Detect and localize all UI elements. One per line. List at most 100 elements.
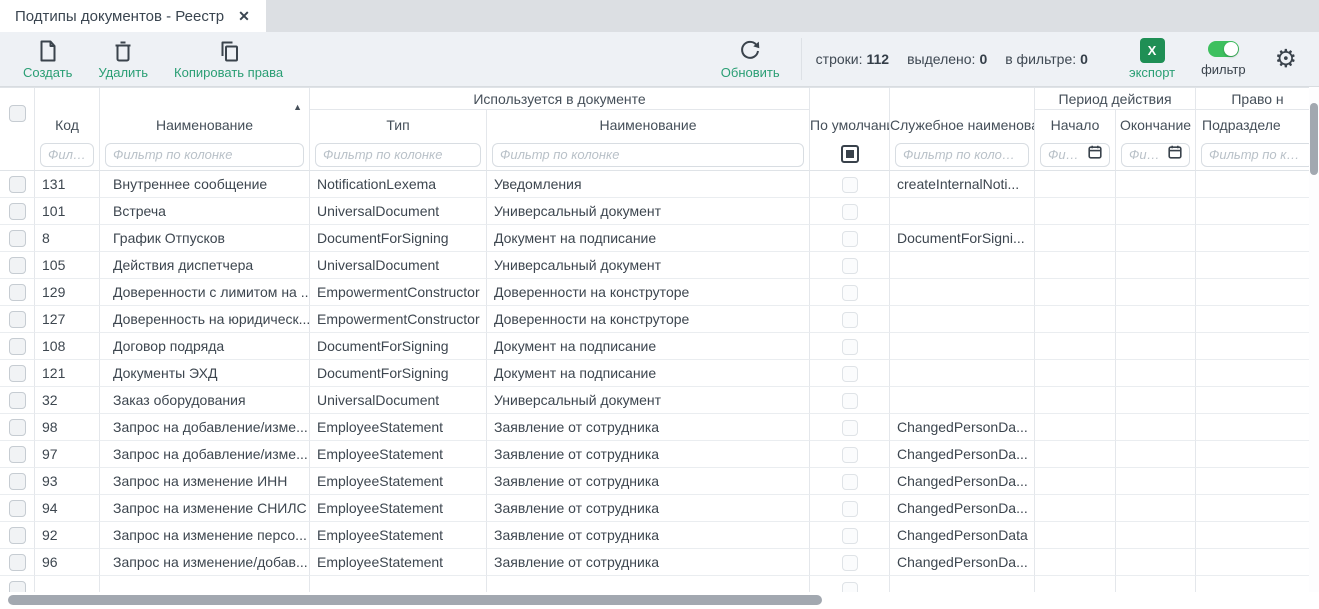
row-checkbox[interactable] xyxy=(9,500,26,517)
start-date-filter-input[interactable] xyxy=(1048,147,1085,162)
cell-type: EmployeeStatement xyxy=(310,468,487,495)
column-header-name[interactable]: Наименование ▲ xyxy=(100,88,310,139)
table-row[interactable]: 127 Доверенность на юридическ... Empower… xyxy=(0,306,1319,333)
column-header-service-name[interactable]: Служебное наименование xyxy=(890,88,1035,139)
cell-default-checkbox[interactable] xyxy=(842,555,858,571)
code-filter-input[interactable] xyxy=(48,147,86,162)
row-checkbox[interactable] xyxy=(9,176,26,193)
table-row[interactable]: 98 Запрос на добавление/изме... Employee… xyxy=(0,414,1319,441)
cell-doc-name: Доверенности на конструторе xyxy=(487,279,810,306)
row-checkbox[interactable] xyxy=(9,527,26,544)
cell-default-checkbox[interactable] xyxy=(842,204,858,220)
calendar-icon[interactable] xyxy=(1088,145,1102,164)
export-button[interactable]: X экспорт xyxy=(1129,38,1175,80)
table-row[interactable]: 96 Запрос на изменение/добав... Employee… xyxy=(0,549,1319,576)
row-checkbox[interactable] xyxy=(9,311,26,328)
settings-gear-icon[interactable]: ⚙ xyxy=(1275,47,1297,72)
column-header-division[interactable]: Подразделе xyxy=(1196,110,1319,139)
cell-default-checkbox[interactable] xyxy=(842,366,858,382)
tab-bar: Подтипы документов - Реестр ✕ xyxy=(0,0,1319,32)
row-checkbox[interactable] xyxy=(9,338,26,355)
row-checkbox[interactable] xyxy=(9,446,26,463)
cell-default-checkbox[interactable] xyxy=(842,501,858,517)
row-checkbox[interactable] xyxy=(9,365,26,382)
toggle-on-icon[interactable] xyxy=(1208,41,1239,57)
type-filter-input[interactable] xyxy=(323,147,473,162)
cell-code xyxy=(35,576,100,592)
cell-default-checkbox[interactable] xyxy=(842,582,858,592)
cell-doc-name: Уведомления xyxy=(487,171,810,198)
cell-division xyxy=(1196,225,1319,252)
cell-name: Запрос на изменение ИНН xyxy=(100,468,310,495)
cell-code: 96 xyxy=(35,549,100,576)
cell-type: EmpowermentConstructor xyxy=(310,306,487,333)
cell-start xyxy=(1035,279,1116,306)
cell-default-checkbox[interactable] xyxy=(842,447,858,463)
row-checkbox[interactable] xyxy=(9,581,26,592)
app-window: Подтипы документов - Реестр ✕ Создать Уд… xyxy=(0,0,1319,609)
doc-name-filter-input[interactable] xyxy=(500,147,796,162)
table-row[interactable]: 93 Запрос на изменение ИНН EmployeeState… xyxy=(0,468,1319,495)
row-checkbox[interactable] xyxy=(9,473,26,490)
column-header-start[interactable]: Начало xyxy=(1035,110,1116,139)
end-date-filter-input[interactable] xyxy=(1129,147,1165,162)
calendar-icon[interactable] xyxy=(1168,145,1182,164)
cell-default-checkbox[interactable] xyxy=(842,528,858,544)
division-filter-input[interactable] xyxy=(1209,147,1306,162)
table-row[interactable] xyxy=(0,576,1319,592)
refresh-button[interactable]: Обновить xyxy=(721,39,780,80)
row-checkbox[interactable] xyxy=(9,392,26,409)
filter-toggle[interactable]: фильтр xyxy=(1201,41,1245,77)
table-row[interactable]: 8 График Отпусков DocumentForSigning Док… xyxy=(0,225,1319,252)
table-row[interactable]: 101 Встреча UniversalDocument Универсаль… xyxy=(0,198,1319,225)
vertical-scrollbar-thumb[interactable] xyxy=(1310,103,1318,175)
cell-default-checkbox[interactable] xyxy=(842,231,858,247)
cell-default-checkbox[interactable] xyxy=(842,312,858,328)
cell-end xyxy=(1116,576,1196,592)
cell-default-checkbox[interactable] xyxy=(842,420,858,436)
close-icon[interactable]: ✕ xyxy=(238,8,250,25)
column-header-default[interactable]: По умолчанию xyxy=(810,88,890,139)
cell-default-checkbox[interactable] xyxy=(842,393,858,409)
table-row[interactable]: 97 Запрос на добавление/изме... Employee… xyxy=(0,441,1319,468)
table-row[interactable]: 94 Запрос на изменение СНИЛС EmployeeSta… xyxy=(0,495,1319,522)
table-row[interactable]: 131 Внутреннее сообщение NotificationLex… xyxy=(0,171,1319,198)
column-header-code[interactable]: Код xyxy=(35,88,100,139)
column-header-doc-name[interactable]: Наименование xyxy=(487,110,810,139)
cell-type: EmployeeStatement xyxy=(310,522,487,549)
tab-documents-registry[interactable]: Подтипы документов - Реестр ✕ xyxy=(0,0,266,32)
cell-start xyxy=(1035,198,1116,225)
excel-export-icon: X xyxy=(1140,38,1165,63)
name-filter-input[interactable] xyxy=(113,147,296,162)
table-row[interactable]: 105 Действия диспетчера UniversalDocumen… xyxy=(0,252,1319,279)
cell-default-checkbox[interactable] xyxy=(842,177,858,193)
cell-default-checkbox[interactable] xyxy=(842,258,858,274)
cell-division xyxy=(1196,414,1319,441)
row-checkbox[interactable] xyxy=(9,554,26,571)
row-checkbox[interactable] xyxy=(9,257,26,274)
cell-name: Заказ оборудования xyxy=(100,387,310,414)
column-header-end[interactable]: Окончание xyxy=(1116,110,1196,139)
table-row[interactable]: 92 Запрос на изменение персо... Employee… xyxy=(0,522,1319,549)
table-row[interactable]: 129 Доверенности с лимитом на ... Empowe… xyxy=(0,279,1319,306)
cell-division xyxy=(1196,441,1319,468)
table-row[interactable]: 121 Документы ЭХД DocumentForSigning Док… xyxy=(0,360,1319,387)
select-all-checkbox[interactable] xyxy=(9,105,26,122)
table-row[interactable]: 32 Заказ оборудования UniversalDocument … xyxy=(0,387,1319,414)
column-header-type[interactable]: Тип xyxy=(310,110,487,139)
horizontal-scrollbar-thumb[interactable] xyxy=(8,595,822,605)
default-filter-checkbox-indeterminate[interactable] xyxy=(841,145,859,163)
row-checkbox[interactable] xyxy=(9,419,26,436)
row-checkbox[interactable] xyxy=(9,203,26,220)
cell-default-checkbox[interactable] xyxy=(842,285,858,301)
cell-division xyxy=(1196,468,1319,495)
cell-default-checkbox[interactable] xyxy=(842,474,858,490)
cell-default-checkbox[interactable] xyxy=(842,339,858,355)
service-name-filter-input[interactable] xyxy=(903,147,1021,162)
row-checkbox[interactable] xyxy=(9,284,26,301)
delete-button[interactable]: Удалить xyxy=(98,39,148,80)
copy-rights-button[interactable]: Копировать права xyxy=(174,39,283,80)
create-button[interactable]: Создать xyxy=(23,39,72,80)
table-row[interactable]: 108 Договор подряда DocumentForSigning Д… xyxy=(0,333,1319,360)
row-checkbox[interactable] xyxy=(9,230,26,247)
